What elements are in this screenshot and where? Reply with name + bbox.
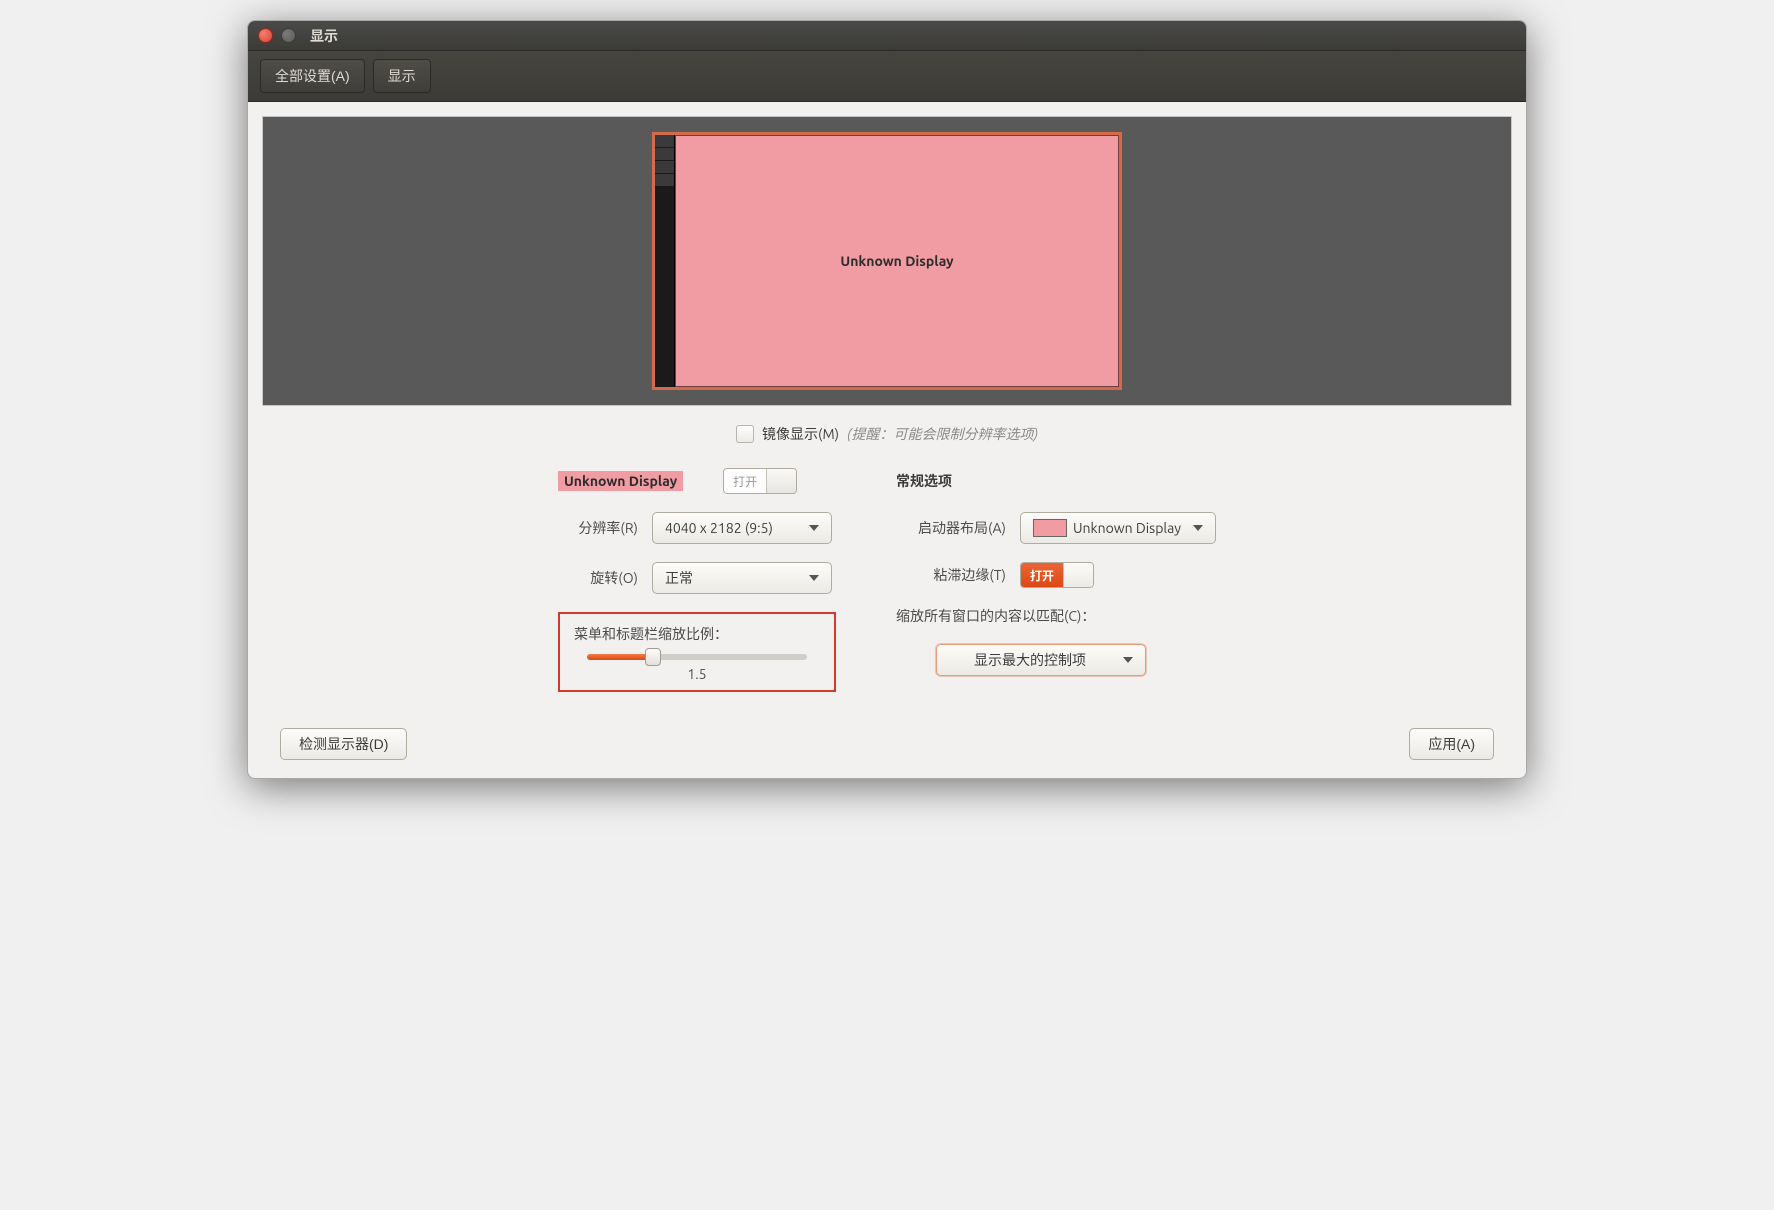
mirror-displays-label: 镜像显示(M) [762, 424, 839, 444]
settings-columns: Unknown Display 打开 分辨率(R) 4040 x 2182 (9… [558, 468, 1216, 692]
launcher-strip-icon [655, 135, 675, 387]
display-power-switch[interactable]: 打开 [723, 468, 797, 494]
general-options-heading: 常规选项 [896, 468, 1216, 494]
display-color-swatch-icon [1033, 519, 1067, 537]
switch-thumb-icon [1063, 563, 1093, 587]
left-column: Unknown Display 打开 分辨率(R) 4040 x 2182 (9… [558, 468, 836, 692]
launcher-placement-value: Unknown Display [1073, 520, 1181, 536]
minimize-icon[interactable] [281, 28, 296, 43]
resolution-value: 4040 x 2182 (9:5) [665, 520, 773, 536]
rotation-row: 旋转(O) 正常 [558, 562, 836, 594]
resolution-label: 分辨率(R) [558, 518, 638, 538]
slider-fill-icon [587, 654, 653, 660]
window-title: 显示 [310, 26, 338, 46]
scale-slider-wrap: 1.5 [574, 654, 820, 682]
settings-window: 显示 全部设置(A) 显示 Unknown Display 镜像显示(M) (提… [247, 20, 1527, 779]
content-area: Unknown Display 镜像显示(M) (提醒：可能会限制分辨率选项) … [248, 102, 1526, 778]
rotation-dropdown[interactable]: 正常 [652, 562, 832, 594]
sticky-edges-label: 粘滞边缘(T) [896, 565, 1006, 585]
display-button[interactable]: 显示 [373, 59, 431, 93]
scale-all-label: 缩放所有窗口的内容以匹配(C)： [896, 606, 1216, 626]
display-title-row: Unknown Display 打开 [558, 468, 836, 494]
right-column: 常规选项 启动器布局(A) Unknown Display 粘滞边缘(T) 打开 [896, 468, 1216, 676]
scale-slider[interactable] [587, 654, 807, 660]
detect-displays-button[interactable]: 检测显示器(D) [280, 728, 407, 760]
mirror-displays-checkbox[interactable] [736, 425, 754, 443]
apply-button[interactable]: 应用(A) [1409, 728, 1494, 760]
display-thumbnail[interactable]: Unknown Display [652, 132, 1122, 390]
rotation-value: 正常 [665, 568, 693, 588]
launcher-placement-dropdown[interactable]: Unknown Display [1020, 512, 1216, 544]
toolbar: 全部设置(A) 显示 [248, 51, 1526, 102]
options-panel: 镜像显示(M) (提醒：可能会限制分辨率选项) Unknown Display … [262, 406, 1512, 760]
resolution-row: 分辨率(R) 4040 x 2182 (9:5) [558, 512, 836, 544]
display-preview-area[interactable]: Unknown Display [262, 116, 1512, 406]
titlebar[interactable]: 显示 [248, 21, 1526, 51]
all-settings-button[interactable]: 全部设置(A) [260, 59, 365, 93]
resolution-dropdown[interactable]: 4040 x 2182 (9:5) [652, 512, 832, 544]
sticky-edges-switch[interactable]: 打开 [1020, 562, 1094, 588]
slider-thumb[interactable] [645, 648, 661, 666]
launcher-placement-row: 启动器布局(A) Unknown Display [896, 512, 1216, 544]
scale-label: 菜单和标题栏缩放比例： [574, 624, 820, 644]
mirror-displays-hint: (提醒：可能会限制分辨率选项) [847, 424, 1038, 444]
action-row: 检测显示器(D) 应用(A) [262, 718, 1512, 760]
selected-display-badge: Unknown Display [558, 471, 683, 491]
sticky-edges-row: 粘滞边缘(T) 打开 [896, 562, 1216, 588]
scale-value: 1.5 [687, 666, 706, 682]
mirror-displays-row: 镜像显示(M) (提醒：可能会限制分辨率选项) [736, 424, 1038, 444]
switch-thumb-icon [766, 469, 796, 493]
rotation-label: 旋转(O) [558, 568, 638, 588]
switch-on-label: 打开 [1021, 563, 1063, 587]
display-name-label: Unknown Display [675, 135, 1119, 387]
switch-off-label: 打开 [724, 469, 766, 493]
scale-all-dropdown[interactable]: 显示最大的控制项 [936, 644, 1146, 676]
close-icon[interactable] [258, 28, 273, 43]
scale-highlight-box: 菜单和标题栏缩放比例： 1.5 [558, 612, 836, 692]
launcher-placement-label: 启动器布局(A) [896, 518, 1006, 538]
scale-all-value: 显示最大的控制项 [974, 650, 1086, 670]
